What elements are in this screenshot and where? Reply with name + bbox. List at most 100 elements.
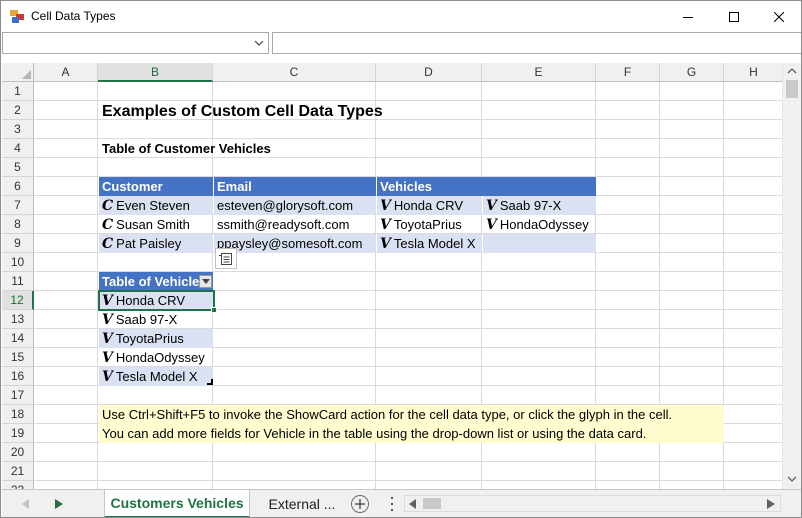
list-item[interactable]: V Saab 97-X (99, 310, 213, 329)
row-header-11[interactable]: 11 (2, 272, 34, 291)
table-cell-vehicle[interactable] (483, 234, 596, 253)
table-cell-vehicle[interactable]: V Honda CRV (377, 196, 482, 215)
table-cell-vehicle[interactable]: V HondaOdyssey (483, 215, 596, 234)
email-column-header[interactable]: Email (214, 177, 376, 196)
tab-customers-vehicles[interactable]: Customers Vehicles (104, 490, 250, 517)
row-header-4[interactable]: 4 (2, 139, 34, 158)
table-resize-handle[interactable] (207, 379, 213, 385)
minimize-button[interactable] (665, 1, 711, 32)
row-header-13[interactable]: 13 (2, 310, 34, 329)
customer-column-header[interactable]: Customer (99, 177, 213, 196)
scroll-right-icon[interactable] (767, 499, 775, 509)
vehicle-datatype-icon[interactable]: V (486, 217, 497, 233)
row-header-16[interactable]: 16 (2, 367, 34, 386)
row-header-7[interactable]: 7 (2, 196, 34, 215)
row-header-9[interactable]: 9 (2, 234, 34, 253)
row-header-22[interactable]: 22 (2, 481, 34, 489)
vehicle-datatype-icon[interactable]: V (486, 198, 497, 214)
table-cell-vehicle[interactable]: V ToyotaPrius (377, 215, 482, 234)
table-options-icon[interactable] (215, 248, 237, 269)
vehicles-table-header[interactable]: Table of Vehicles (99, 272, 213, 291)
name-box[interactable] (2, 32, 269, 54)
table-cell-email[interactable]: ppaysley@somesoft.com (214, 234, 376, 253)
horizontal-scrollbar[interactable] (404, 495, 781, 512)
note-text[interactable]: You can add more fields for Vehicle in t… (99, 424, 724, 443)
list-item[interactable]: V ToyotaPrius (99, 329, 213, 348)
table-cell-customer[interactable]: C Pat Paisley (99, 234, 213, 253)
customer-datatype-icon[interactable]: C (102, 217, 113, 233)
app-icon (10, 10, 24, 23)
vertical-scrollbar[interactable] (782, 63, 801, 489)
horizontal-scroll-thumb[interactable] (423, 498, 441, 509)
column-header-b[interactable]: B (98, 63, 213, 82)
plus-icon (355, 499, 365, 509)
column-header-h[interactable]: H (724, 63, 782, 82)
vehicle-datatype-icon[interactable]: V (102, 369, 113, 385)
close-icon (774, 11, 784, 22)
vehicle-datatype-icon[interactable]: V (102, 350, 113, 366)
row-header-10[interactable]: 10 (2, 253, 34, 272)
vehicles-column-header[interactable]: Vehicles (377, 177, 596, 196)
vehicle-datatype-icon[interactable]: V (102, 312, 113, 328)
customer-datatype-icon[interactable]: C (102, 198, 113, 214)
title-bar: Cell Data Types (1, 1, 801, 32)
list-item[interactable]: V Tesla Model X (99, 367, 213, 386)
scroll-tabs-left-icon[interactable] (22, 499, 30, 509)
chevron-down-icon[interactable] (254, 38, 264, 48)
row-header-6[interactable]: 6 (2, 177, 34, 196)
row-header-1[interactable]: 1 (2, 82, 34, 101)
row-header-2[interactable]: 2 (2, 101, 34, 120)
vehicle-datatype-icon[interactable]: V (380, 217, 391, 233)
column-header-c[interactable]: C (213, 63, 376, 82)
column-header-a[interactable]: A (34, 63, 98, 82)
row-header-8[interactable]: 8 (2, 215, 34, 234)
scroll-tabs-right-icon[interactable] (55, 499, 63, 509)
column-header-d[interactable]: D (376, 63, 482, 82)
table-cell-vehicle[interactable]: V Tesla Model X (377, 234, 482, 253)
app-window: Cell Data Types ABCDEFGH 1 2 3 4 5 6 7 8 9 10 11 12… (0, 0, 802, 518)
select-all-corner[interactable] (2, 63, 34, 82)
row-header-3[interactable]: 3 (2, 120, 34, 139)
formula-input[interactable] (272, 32, 801, 54)
row-header-20[interactable]: 20 (2, 443, 34, 462)
scroll-left-icon[interactable] (409, 499, 417, 509)
close-button[interactable] (756, 1, 801, 32)
tab-splitter-handle[interactable] (390, 497, 393, 511)
row-header-17[interactable]: 17 (2, 386, 34, 405)
column-header-g[interactable]: G (660, 63, 724, 82)
column-header-e[interactable]: E (482, 63, 596, 82)
add-sheet-button[interactable] (351, 495, 369, 513)
sheet-title[interactable]: Examples of Custom Cell Data Types (99, 101, 383, 122)
table-cell-customer[interactable]: C Even Steven (99, 196, 213, 215)
table-cell-email[interactable]: ssmith@readysoft.com (214, 215, 376, 234)
row-header-21[interactable]: 21 (2, 462, 34, 481)
row-header-5[interactable]: 5 (2, 158, 34, 177)
row-header-14[interactable]: 14 (2, 329, 34, 348)
column-header-f[interactable]: F (596, 63, 660, 82)
spreadsheet-grid[interactable]: ABCDEFGH 1 2 3 4 5 6 7 8 9 10 11 12 13 14 15 16 17 18 19 20… (2, 63, 782, 489)
table-cell-customer[interactable]: C Susan Smith (99, 215, 213, 234)
maximize-button[interactable] (711, 1, 757, 32)
scroll-down-icon[interactable] (787, 475, 797, 483)
window-title: Cell Data Types (31, 9, 116, 23)
vehicle-datatype-icon[interactable]: V (380, 236, 391, 252)
filter-dropdown-button[interactable] (199, 275, 212, 288)
row-header-19[interactable]: 19 (2, 424, 34, 443)
customer-datatype-icon[interactable]: C (102, 236, 113, 252)
customer-table-caption[interactable]: Table of Customer Vehicles (99, 139, 271, 158)
vehicle-datatype-icon[interactable]: V (102, 331, 113, 347)
active-cell-selection[interactable] (98, 290, 215, 311)
tab-external[interactable]: External ... (254, 490, 350, 517)
vehicle-datatype-icon[interactable]: V (380, 198, 391, 214)
list-item[interactable]: V HondaOdyssey (99, 348, 213, 367)
vertical-scroll-thumb[interactable] (786, 80, 798, 98)
fill-handle[interactable] (211, 307, 217, 313)
row-header-18[interactable]: 18 (2, 405, 34, 424)
row-header-15[interactable]: 15 (2, 348, 34, 367)
row-header-12[interactable]: 12 (2, 291, 34, 310)
maximize-icon (729, 11, 739, 22)
table-cell-vehicle[interactable]: V Saab 97-X (483, 196, 596, 215)
table-cell-email[interactable]: esteven@glorysoft.com (214, 196, 376, 215)
note-text[interactable]: Use Ctrl+Shift+F5 to invoke the ShowCard… (99, 405, 724, 424)
scroll-up-icon[interactable] (787, 67, 797, 75)
